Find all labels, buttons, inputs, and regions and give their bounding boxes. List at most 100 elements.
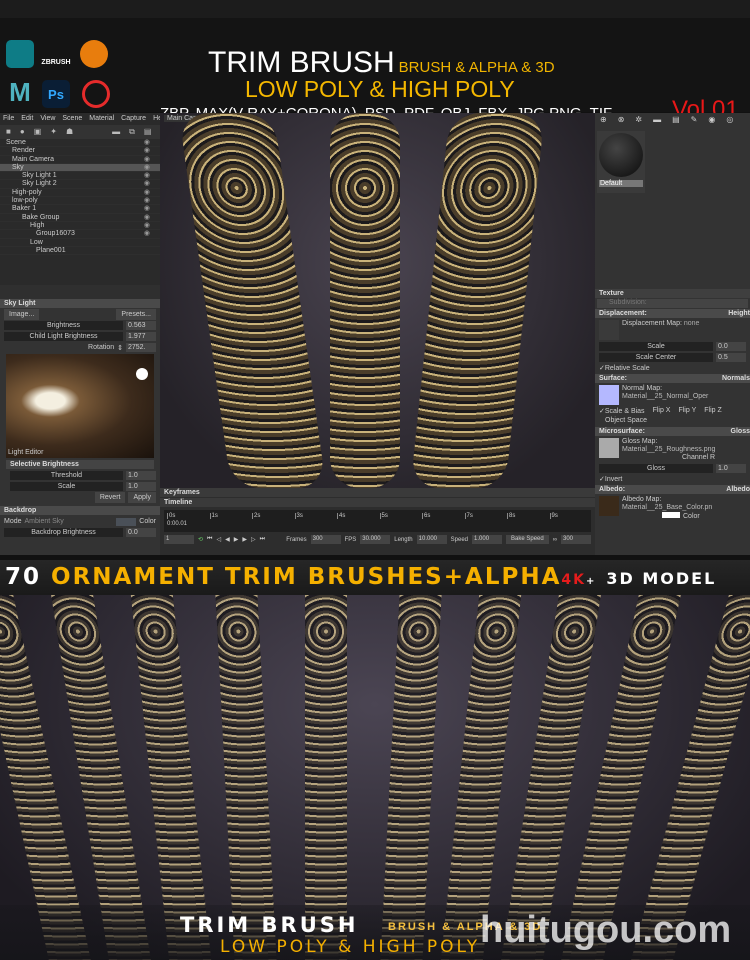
tree-item[interactable]: Baker 1 ◉ — [0, 205, 160, 214]
keyframes-header[interactable]: Keyframes — [160, 488, 595, 497]
mode-select[interactable]: Ambient Sky — [25, 518, 114, 525]
tree-item[interactable]: High-poly ◉ — [0, 189, 160, 198]
duplicate-material-icon[interactable]: ⊗ — [618, 115, 625, 125]
revert-button[interactable]: Revert — [94, 492, 126, 503]
child-brightness-slider[interactable]: Child Light Brightness — [4, 332, 123, 341]
next-key-icon[interactable]: ▷ — [251, 536, 256, 543]
gloss-map-thumb[interactable] — [599, 438, 619, 458]
folder-icon[interactable]: ▬ — [653, 115, 661, 125]
image-button[interactable]: Image... — [4, 309, 40, 320]
sun-marker[interactable] — [136, 368, 148, 380]
menu-edit[interactable]: Edit — [21, 115, 33, 123]
menu-view[interactable]: View — [40, 115, 55, 123]
scale-bias-checkbox[interactable]: ✓Scale & Bias — [599, 407, 645, 417]
menu-scene[interactable]: Scene — [62, 115, 82, 123]
menu-material[interactable]: Material — [89, 115, 114, 123]
backdrop-brightness-value[interactable]: 0.0 — [126, 528, 156, 537]
subdivision-select[interactable]: Subdivision: — [597, 299, 748, 308]
gloss-value[interactable]: 1.0 — [716, 464, 746, 473]
scale-value[interactable]: 0.0 — [716, 342, 746, 351]
brightness-value[interactable]: 0.563 — [126, 321, 156, 330]
link-icon[interactable]: ◎ — [726, 115, 733, 125]
presets-button[interactable]: Presets... — [116, 309, 156, 320]
material-settings-icon[interactable]: ✲ — [635, 115, 642, 125]
tree-item[interactable]: Low — [0, 239, 160, 247]
tree-item[interactable]: Bake Group ◉ — [0, 214, 160, 222]
albedo-color-swatch[interactable] — [662, 512, 680, 518]
tree-item[interactable]: Main Camera ◉ — [0, 156, 160, 164]
play-icon[interactable]: ▶ — [234, 536, 239, 543]
folder-icon[interactable]: ▬ — [112, 127, 120, 137]
frames-input[interactable]: 300 — [310, 535, 341, 544]
menu-file[interactable]: File — [3, 115, 14, 123]
delete-icon[interactable]: ▤ — [144, 127, 152, 137]
scale-center-value[interactable]: 0.5 — [716, 353, 746, 362]
add-light-icon[interactable]: ● — [20, 127, 25, 137]
sky-light-header[interactable]: Sky Light — [0, 299, 160, 308]
surface-header[interactable]: Surface: Normals — [595, 374, 750, 383]
microsurface-header[interactable]: Microsurface: Gloss — [595, 427, 750, 436]
tree-item[interactable]: Render ◉ — [0, 147, 160, 156]
tree-item[interactable]: Scene ◉ — [0, 139, 160, 148]
object-space-checkbox[interactable]: Object Space — [595, 417, 750, 427]
albedo-map-thumb[interactable] — [599, 496, 619, 516]
add-object-icon[interactable]: ✦ — [50, 127, 57, 137]
export-icon[interactable]: ◉ — [708, 115, 715, 125]
pick-icon[interactable]: ✎ — [691, 115, 698, 125]
scale-slider[interactable]: Scale — [599, 342, 713, 351]
next-frame-icon[interactable]: ▶ — [242, 536, 247, 543]
length-input[interactable]: 10.000 — [416, 535, 447, 544]
scale-slider[interactable]: Scale — [10, 482, 123, 491]
3d-viewport[interactable]: Main Camera — [160, 113, 595, 488]
timeline-header[interactable]: Timeline — [160, 498, 595, 507]
add-mesh-icon[interactable]: ■ — [6, 127, 11, 137]
invert-checkbox[interactable]: ✓Invert — [595, 475, 750, 485]
tree-item[interactable]: Sky ◉ — [0, 163, 160, 173]
flip-y-checkbox[interactable]: Flip Y — [678, 407, 696, 417]
tree-item[interactable]: High ◉ — [0, 222, 160, 231]
fps-input[interactable]: 30.000 — [360, 535, 391, 544]
brightness-slider[interactable]: Brightness — [4, 321, 123, 330]
add-camera-icon[interactable]: ▣ — [34, 127, 42, 137]
gloss-slider[interactable]: Gloss — [599, 464, 713, 473]
flip-x-checkbox[interactable]: Flip X — [653, 407, 671, 417]
tree-item[interactable]: Sky Light 2 ◉ — [0, 180, 160, 189]
material-name[interactable]: Default — [599, 180, 643, 187]
albedo-header[interactable]: Albedo: Albedo — [595, 485, 750, 494]
clipboard-icon[interactable]: ▤ — [672, 115, 680, 125]
tree-item[interactable]: Sky Light 1 ◉ — [0, 172, 160, 181]
relative-scale-checkbox[interactable]: ✓Relative Scale — [595, 364, 750, 374]
rotation-value[interactable]: 2752. — [126, 343, 156, 352]
displacement-map-thumb[interactable] — [599, 320, 619, 340]
backdrop-brightness-slider[interactable]: Backdrop Brightness — [4, 528, 123, 537]
spinner-icon[interactable]: ⇕ — [117, 344, 123, 352]
bake-speed-button[interactable]: Bake Speed — [506, 535, 549, 544]
backdrop-header[interactable]: Backdrop — [0, 506, 160, 515]
frame-input[interactable]: 1 — [164, 535, 194, 544]
baker-icon[interactable]: ☗ — [66, 127, 73, 137]
flip-z-checkbox[interactable]: Flip Z — [704, 407, 722, 417]
last-frame-icon[interactable]: ⏭ — [260, 536, 265, 543]
material-thumbnail[interactable]: Default — [597, 131, 645, 193]
color-swatch[interactable] — [116, 517, 137, 526]
first-frame-icon[interactable]: ⏮ — [207, 536, 212, 543]
tree-item[interactable]: low-poly ◉ — [0, 197, 160, 206]
duplicate-icon[interactable]: ⧉ — [129, 127, 135, 137]
timeline-ruler[interactable]: 0s 1s 2s 3s 4s 5s 6s 7s 8s 9s 0:00.01 — [164, 510, 591, 532]
apply-button[interactable]: Apply — [128, 492, 156, 503]
add-material-icon[interactable]: ⊕ — [600, 115, 607, 125]
link-icon[interactable]: ∞ — [553, 537, 557, 543]
threshold-slider[interactable]: Threshold — [10, 471, 123, 480]
scale-center-slider[interactable]: Scale Center — [599, 353, 713, 362]
menu-capture[interactable]: Capture — [121, 115, 146, 123]
selective-brightness-header[interactable]: Selective Brightness — [6, 460, 154, 469]
child-brightness-value[interactable]: 1.977 — [126, 332, 156, 341]
loop-icon[interactable]: ⟲ — [198, 536, 203, 543]
threshold-value[interactable]: 1.0 — [126, 471, 156, 480]
bake-frames-input[interactable]: 300 — [561, 535, 591, 544]
displacement-header[interactable]: Displacement: Height — [595, 309, 750, 318]
prev-key-icon[interactable]: ◁ — [216, 536, 221, 543]
tree-item[interactable]: Plane001 — [0, 247, 160, 256]
prev-frame-icon[interactable]: ◀ — [225, 536, 230, 543]
texture-header[interactable]: Texture — [595, 289, 750, 298]
